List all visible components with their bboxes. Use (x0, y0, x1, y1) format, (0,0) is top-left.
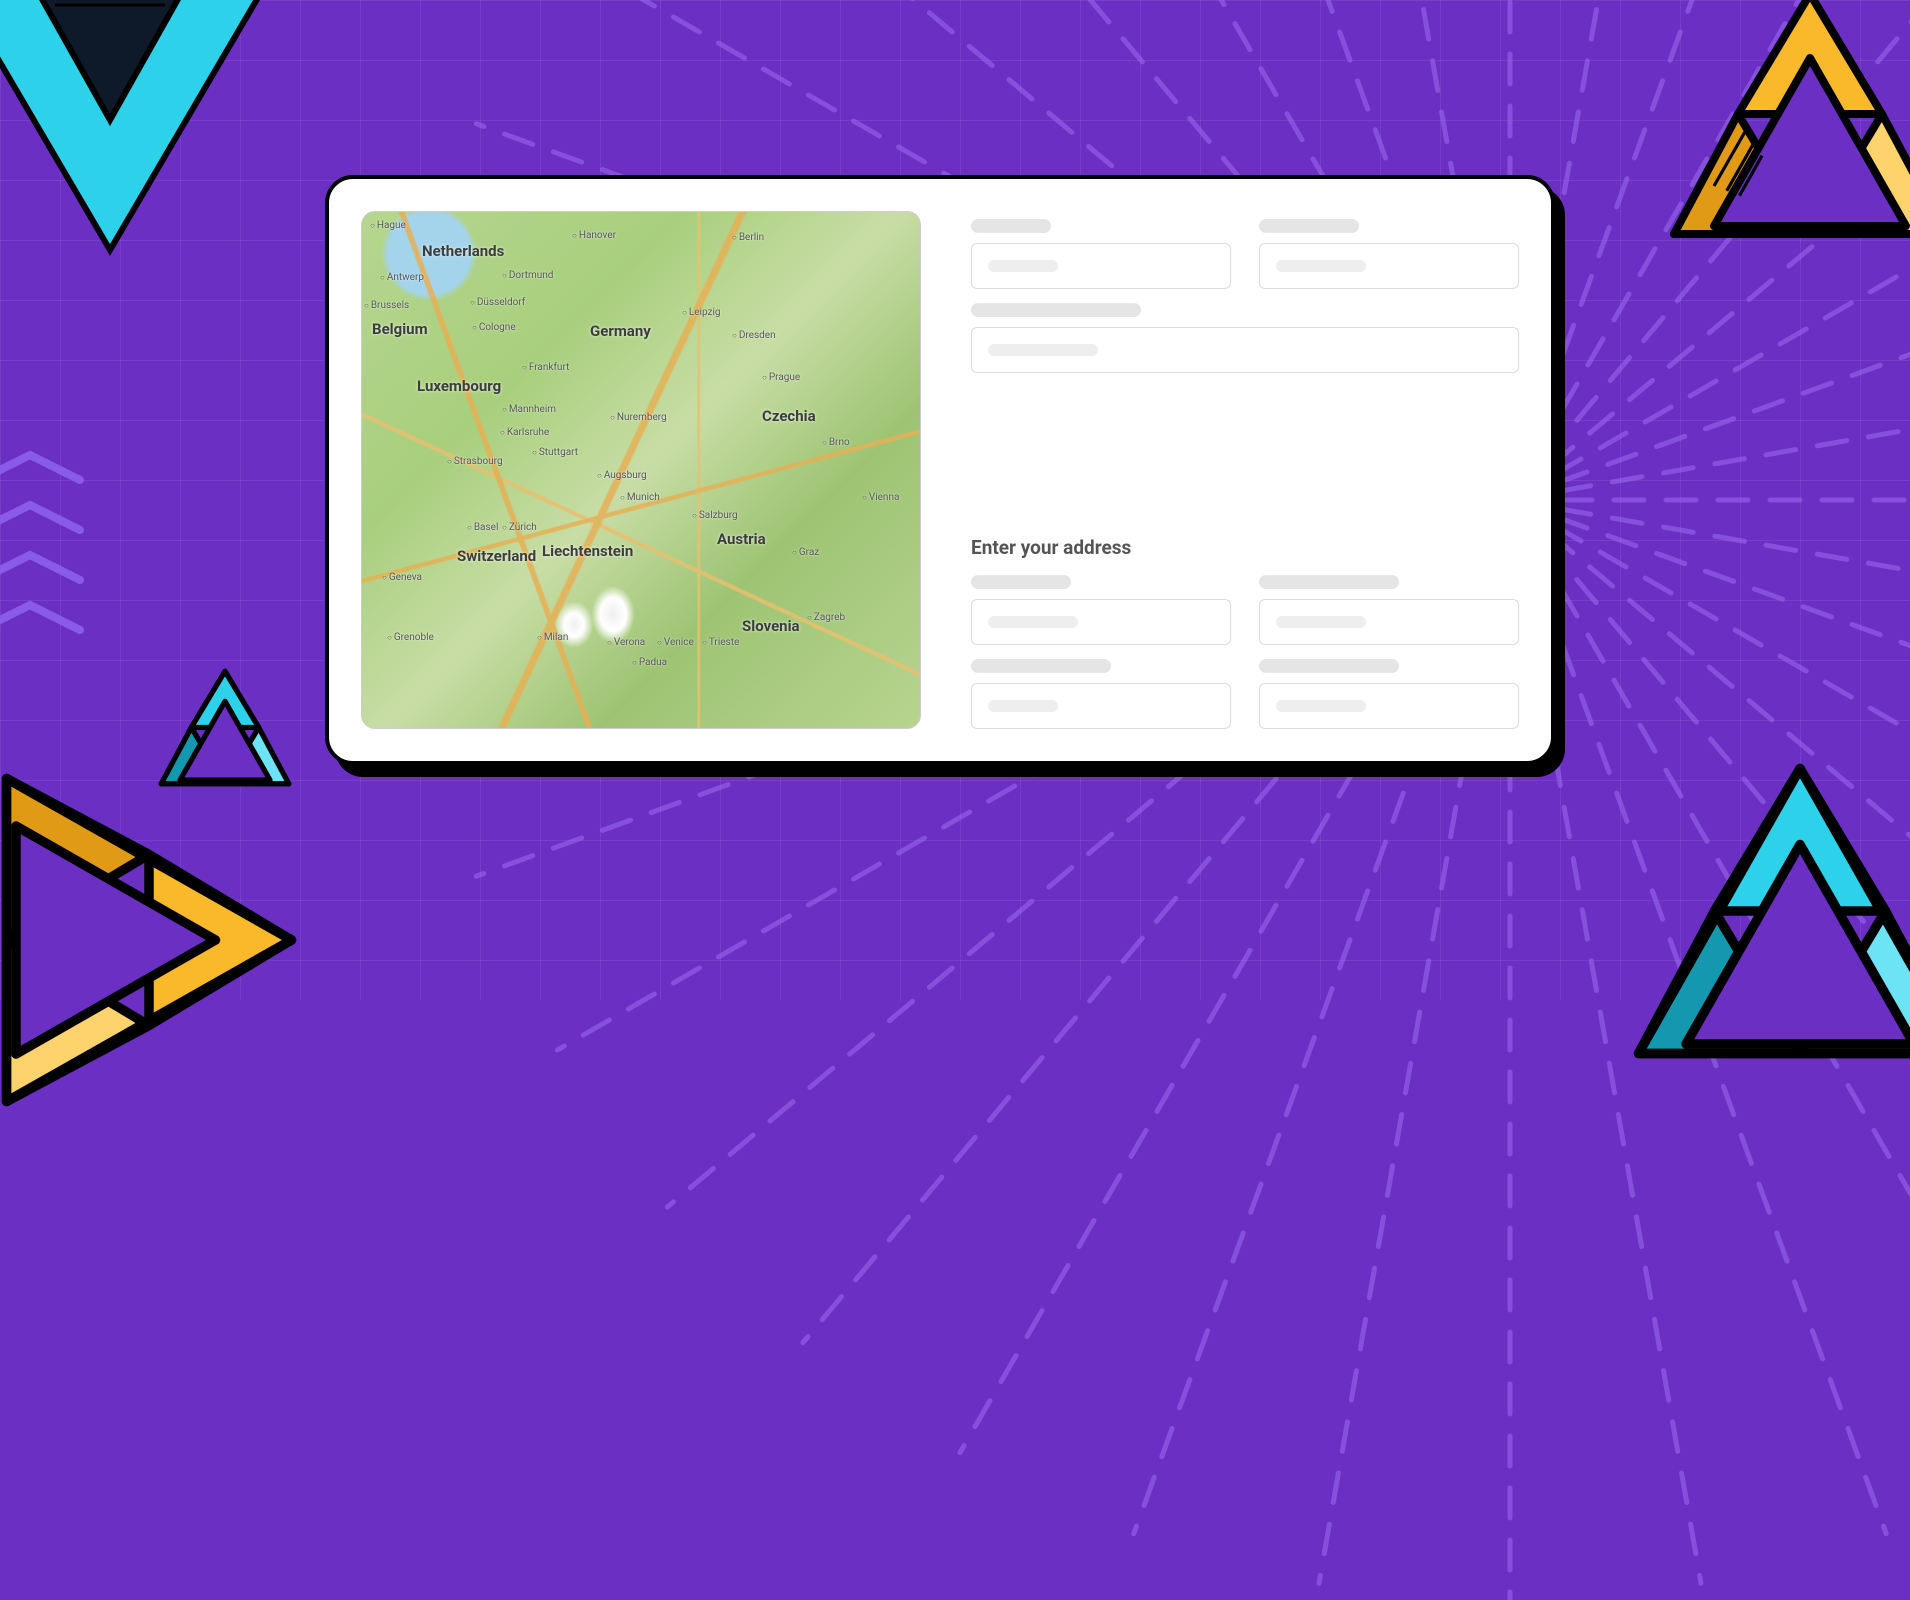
vue-logo-icon (0, 0, 320, 340)
text-input[interactable] (1259, 683, 1519, 729)
penrose-triangle-bottom-right-icon (1610, 740, 1910, 1120)
text-input[interactable] (971, 683, 1231, 729)
map-city-label: Cologne (472, 322, 516, 333)
penrose-triangle-bottom-left-icon (0, 750, 320, 1130)
map-preview[interactable]: Netherlands Belgium Germany Luxembourg Czech… (361, 211, 921, 729)
map-city-label: Dresden (732, 330, 776, 341)
map-city-label: Basel (467, 522, 498, 533)
address-form: Enter your address (971, 211, 1519, 729)
form-field (971, 659, 1231, 729)
text-input[interactable] (971, 327, 1519, 373)
map-city-label: Geneva (382, 572, 422, 583)
map-country-label: Belgium (372, 320, 428, 338)
form-field (1259, 219, 1519, 289)
map-city-label: Düsseldorf (470, 297, 525, 308)
form-field (971, 303, 1519, 516)
chevron-pattern-icon (0, 450, 130, 750)
map-city-label: Strasbourg (447, 456, 503, 467)
map-city-label: Mannheim (502, 404, 556, 415)
map-country-label: Netherlands (422, 242, 504, 260)
map-city-label: Graz (792, 547, 819, 558)
field-label-skeleton (971, 303, 1141, 317)
map-city-label: Venice (657, 637, 694, 648)
map-city-label: Salzburg (692, 510, 738, 521)
map-city-label: Antwerp (380, 272, 424, 283)
form-card: Netherlands Belgium Germany Luxembourg Czech… (325, 175, 1555, 765)
map-city-label: Munich (620, 492, 660, 503)
text-input[interactable] (1259, 599, 1519, 645)
field-label-skeleton (971, 575, 1071, 589)
form-field (1259, 659, 1519, 729)
map-city-label: Nuremberg (610, 412, 667, 423)
form-field (971, 575, 1231, 645)
map-city-label: Padua (632, 657, 667, 668)
map-country-label: Slovenia (742, 617, 800, 635)
map-city-label: Augsburg (597, 470, 647, 481)
map-city-label: Vienna (862, 492, 899, 503)
map-city-label: Milan (537, 632, 568, 643)
text-input[interactable] (1259, 243, 1519, 289)
map-city-label: Zagreb (807, 612, 845, 623)
field-value-skeleton (988, 344, 1098, 356)
address-heading: Enter your address (971, 536, 1519, 559)
map-country-label: Luxembourg (417, 377, 501, 395)
map-city-label: Prague (762, 372, 800, 383)
map-city-label: Hanover (572, 230, 616, 241)
map-city-label: Verona (607, 637, 645, 648)
text-input[interactable] (971, 599, 1231, 645)
form-field (1259, 575, 1519, 645)
form-field (971, 219, 1231, 289)
field-label-skeleton (1259, 219, 1359, 233)
map-city-label: Leipzig (682, 307, 721, 318)
field-value-skeleton (988, 260, 1058, 272)
map-country-label: Switzerland (457, 547, 536, 565)
text-input[interactable] (971, 243, 1231, 289)
map-country-label: Austria (717, 530, 766, 548)
map-city-label: Frankfurt (522, 362, 569, 373)
field-label-skeleton (1259, 575, 1399, 589)
map-country-label: Czechia (762, 407, 816, 425)
map-city-label: Zürich (502, 522, 537, 533)
map-country-label: Liechtenstein (542, 542, 633, 560)
field-value-skeleton (988, 616, 1078, 628)
map-city-label: Grenoble (387, 632, 434, 643)
map-city-label: Dortmund (502, 270, 553, 281)
map-city-label: Trieste (702, 637, 739, 648)
map-country-label: Germany (590, 322, 651, 340)
field-value-skeleton (1276, 616, 1366, 628)
field-value-skeleton (1276, 700, 1366, 712)
field-label-skeleton (1259, 659, 1399, 673)
map-city-label: Berlin (732, 232, 764, 243)
map-city-label: Brussels (364, 300, 409, 311)
map-city-label: Stuttgart (532, 447, 578, 458)
map-city-label: Brno (822, 437, 850, 448)
field-value-skeleton (1276, 260, 1366, 272)
map-city-label: Karlsruhe (500, 427, 549, 438)
field-label-skeleton (971, 659, 1111, 673)
map-city-label: Hague (370, 220, 406, 231)
penrose-triangle-icon (1650, 0, 1910, 290)
field-value-skeleton (988, 700, 1058, 712)
field-label-skeleton (971, 219, 1051, 233)
